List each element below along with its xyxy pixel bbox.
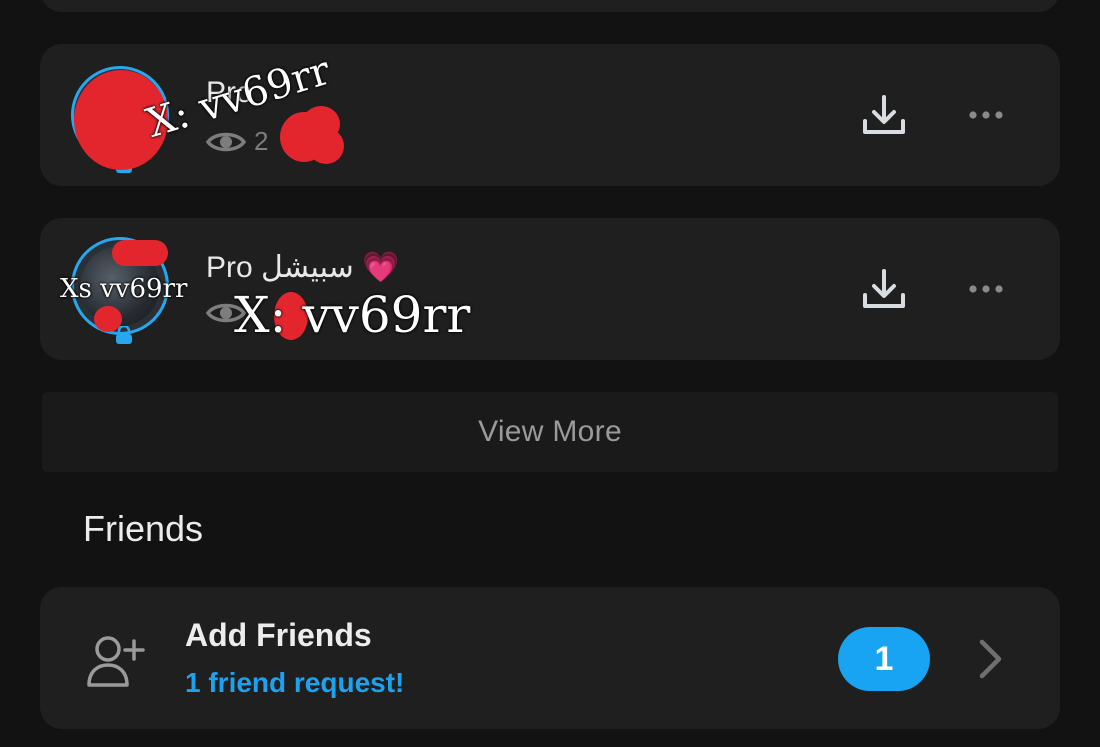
view-more-button[interactable]: View More: [42, 392, 1058, 472]
more-horizontal-icon: [969, 111, 1003, 119]
story-views: 2: [206, 126, 268, 157]
redaction-mark: [94, 306, 122, 332]
download-button[interactable]: [858, 89, 910, 141]
story-card[interactable]: Pro 2 X: vv69rr: [40, 44, 1060, 186]
notification-badge: 1: [838, 627, 930, 691]
previous-story-card[interactable]: [40, 0, 1060, 12]
download-button[interactable]: [858, 263, 910, 315]
friend-request-count-text: 1 friend request!: [185, 667, 405, 698]
redaction-mark: [112, 240, 168, 266]
download-icon: [863, 95, 905, 134]
watermark-text: X: vv69rr: [234, 286, 471, 344]
avatar-overlay-text: Xs vv69rr: [60, 274, 188, 304]
friends-section-title: Friends: [83, 508, 204, 549]
add-friend-icon: [87, 636, 145, 687]
story-title: Pro سبيشل 💗: [206, 251, 400, 284]
add-friends-row[interactable]: Add Friends 1 friend request! 1: [40, 587, 1060, 729]
more-horizontal-icon: [969, 285, 1003, 293]
more-options-button[interactable]: [966, 269, 1006, 309]
chevron-right-icon: [979, 639, 1002, 679]
story-card[interactable]: Xs vv69rr Pro سبيشل 💗 X: vv69rr: [40, 218, 1060, 360]
more-options-button[interactable]: [966, 95, 1006, 135]
eye-icon: [206, 132, 246, 151]
view-count: 2: [254, 126, 269, 156]
redaction-mark: [308, 128, 344, 164]
download-icon: [863, 269, 905, 308]
add-friends-title: Add Friends: [185, 617, 372, 653]
